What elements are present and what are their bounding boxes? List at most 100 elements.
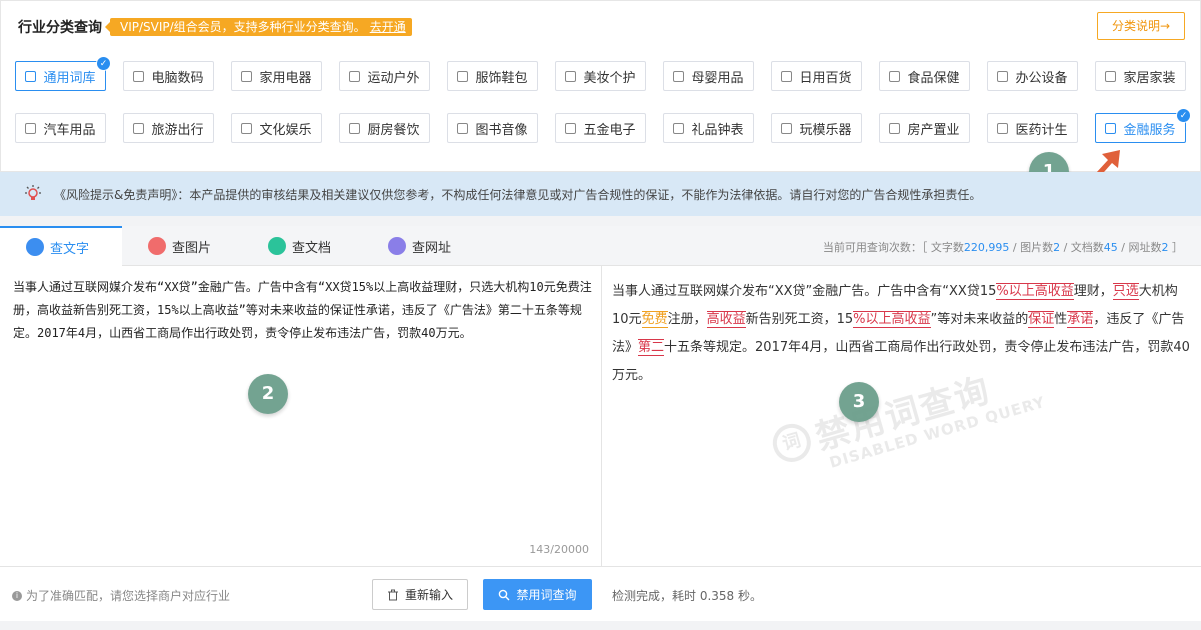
category-chip[interactable]: 礼品钟表 <box>663 113 754 143</box>
category-chip[interactable]: 金融服务 ✓ <box>1095 108 1191 143</box>
result-segment: 新告别死工资，15 <box>745 312 854 327</box>
vip-badge: VIP/SVIP/组合会员，支持多种行业分类查询。 去开通 <box>105 18 412 36</box>
category-chip[interactable]: 家用电器 <box>231 61 322 91</box>
result-segment: ”等对未来收益的 <box>930 312 1029 327</box>
char-counter: 143/20000 <box>529 543 589 556</box>
trash-icon <box>387 589 398 600</box>
flagged-word: 保证 <box>1028 311 1055 328</box>
quota-img-label: / 图片数 <box>1009 241 1054 254</box>
tab-globe[interactable]: 查网址 <box>388 226 451 266</box>
category-explain-button[interactable]: 分类说明→ <box>1097 12 1185 40</box>
store-icon <box>781 70 793 82</box>
category-chip[interactable]: 文化娱乐 <box>231 113 322 143</box>
category-chip[interactable]: 房产置业 <box>879 113 970 143</box>
category-chip-label: 家用电器 <box>259 70 312 86</box>
input-text[interactable]: 当事人通过互联网媒介发布“XX贷”金融广告。广告中含有“XX贷15%以上高收益理… <box>13 276 598 345</box>
toy-icon <box>781 122 793 134</box>
flagged-word: 高收益 <box>706 311 746 328</box>
building-icon <box>889 122 901 134</box>
kitchen-icon <box>349 122 361 134</box>
category-chip[interactable]: 医药计生 <box>987 113 1078 143</box>
plane-icon <box>133 122 145 134</box>
tip-text: 为了准确匹配，请您选择商户对应行业 <box>26 589 231 603</box>
category-chip[interactable]: 日用百货 <box>771 61 862 91</box>
quota-doc-label: / 文档数 <box>1060 241 1104 254</box>
vip-text: VIP/SVIP/组合会员，支持多种行业分类查询。 <box>120 20 366 34</box>
category-chip[interactable]: 食品保健 <box>879 61 970 91</box>
category-chip[interactable]: 图书音像 <box>447 113 538 143</box>
category-panel: 行业分类查询 VIP/SVIP/组合会员，支持多种行业分类查询。 去开通 分类说明… <box>0 0 1201 172</box>
marker-3: 3 <box>839 382 879 422</box>
category-chip-label: 美妆个护 <box>583 70 636 86</box>
bulb-icon <box>24 185 42 203</box>
home-icon <box>1105 70 1117 82</box>
tools-icon <box>565 122 577 134</box>
category-chip[interactable]: 运动户外 <box>339 61 430 91</box>
office-icon <box>997 70 1009 82</box>
quota-text-count: 220,995 <box>963 241 1010 254</box>
clock-icon <box>673 122 685 134</box>
flagged-word: 承诺 <box>1067 311 1094 328</box>
coin-icon <box>1105 122 1117 134</box>
category-chip-label: 母婴用品 <box>691 70 744 86</box>
tab-image[interactable]: 查图片 <box>148 226 211 266</box>
industry-tip: i 为了准确匹配，请您选择商户对应行业 <box>12 587 230 604</box>
header-row: 行业分类查询 VIP/SVIP/组合会员，支持多种行业分类查询。 去开通 <box>18 17 412 37</box>
bag-icon <box>457 70 469 82</box>
query-quota: 当前可用查询次数：［ 文字数220,995 / 图片数 2 / 文档数45 / 网… <box>823 239 1183 255</box>
category-chip-label: 服饰鞋包 <box>475 70 528 86</box>
category-chip[interactable]: 母婴用品 <box>663 61 754 91</box>
category-chip[interactable]: 美妆个护 <box>555 61 646 91</box>
category-chip-label: 家居家装 <box>1123 70 1176 86</box>
sport-icon <box>349 70 361 82</box>
doc-icon <box>268 237 286 255</box>
category-chip[interactable]: 办公设备 <box>987 61 1078 91</box>
footer-bar: i 为了准确匹配，请您选择商户对应行业 重新输入 禁用词查询 检测完成，耗时 0… <box>0 566 1201 621</box>
medical-icon <box>997 122 1009 134</box>
category-chip[interactable]: 汽车用品 <box>15 113 106 143</box>
quota-suffix: ］ <box>1168 241 1183 254</box>
baby-bottle-icon <box>673 70 685 82</box>
category-chip-label: 食品保健 <box>907 70 960 86</box>
quota-doc-count: 45 <box>1103 241 1118 254</box>
category-chip-label: 文化娱乐 <box>259 122 312 138</box>
category-chip[interactable]: 厨房餐饮 <box>339 113 430 143</box>
query-button-label: 禁用词查询 <box>516 588 577 602</box>
result-panel: 词 禁用词查询 DISABLED WORD QUERY 当事人通过互联网媒介发布… <box>602 266 1201 566</box>
text-input-area[interactable]: 当事人通过互联网媒介发布“XX贷”金融广告。广告中含有“XX贷15%以上高收益理… <box>0 266 602 566</box>
notice-text: 《风险提示&免责声明》：本产品提供的审核结果及相关建议仅供您参考，不构成任何法律… <box>54 187 982 202</box>
quota-url-label: / 网址数 <box>1117 241 1162 254</box>
category-chip-label: 礼品钟表 <box>691 122 744 138</box>
flagged-word: 高收益 <box>891 311 931 328</box>
tab-text[interactable]: 查文字 <box>0 226 122 266</box>
result-segment: 注册， <box>667 312 707 327</box>
category-chip-label: 玩模乐器 <box>799 122 852 138</box>
query-button[interactable]: 禁用词查询 <box>483 579 592 610</box>
result-segment: 性 <box>1054 312 1068 327</box>
result-segment: 当事人通过互联网媒介发布“XX贷”金融广告。广告中含有“XX贷15 <box>612 284 997 299</box>
category-chip-label: 金融服务 <box>1123 122 1176 138</box>
flagged-word: %以上 <box>853 311 892 328</box>
vip-open-link[interactable]: 去开通 <box>370 20 406 34</box>
watermark-seal: 词 <box>768 419 816 467</box>
text-icon <box>26 238 44 256</box>
globe-icon <box>388 237 406 255</box>
category-chip[interactable]: 通用词库 ✓ <box>15 56 111 91</box>
category-chip[interactable]: 旅游出行 <box>123 113 214 143</box>
check-icon: ✓ <box>1176 108 1191 123</box>
tab-label: 查网址 <box>412 240 452 256</box>
category-chip[interactable]: 服饰鞋包 <box>447 61 538 91</box>
page-title: 行业分类查询 <box>18 20 102 36</box>
category-chip[interactable]: 家居家装 <box>1095 61 1186 91</box>
food-icon <box>889 70 901 82</box>
film-icon <box>241 122 253 134</box>
category-chip[interactable]: 电脑数码 <box>123 61 214 91</box>
category-chip[interactable]: 玩模乐器 <box>771 113 862 143</box>
reset-button[interactable]: 重新输入 <box>372 579 468 610</box>
reset-button-label: 重新输入 <box>404 588 453 602</box>
tab-doc[interactable]: 查文档 <box>268 226 331 266</box>
category-chip[interactable]: 五金电子 <box>555 113 646 143</box>
category-chip-label: 运动户外 <box>367 70 420 86</box>
category-chip-label: 厨房餐饮 <box>367 122 420 138</box>
cosmetics-icon <box>565 70 577 82</box>
